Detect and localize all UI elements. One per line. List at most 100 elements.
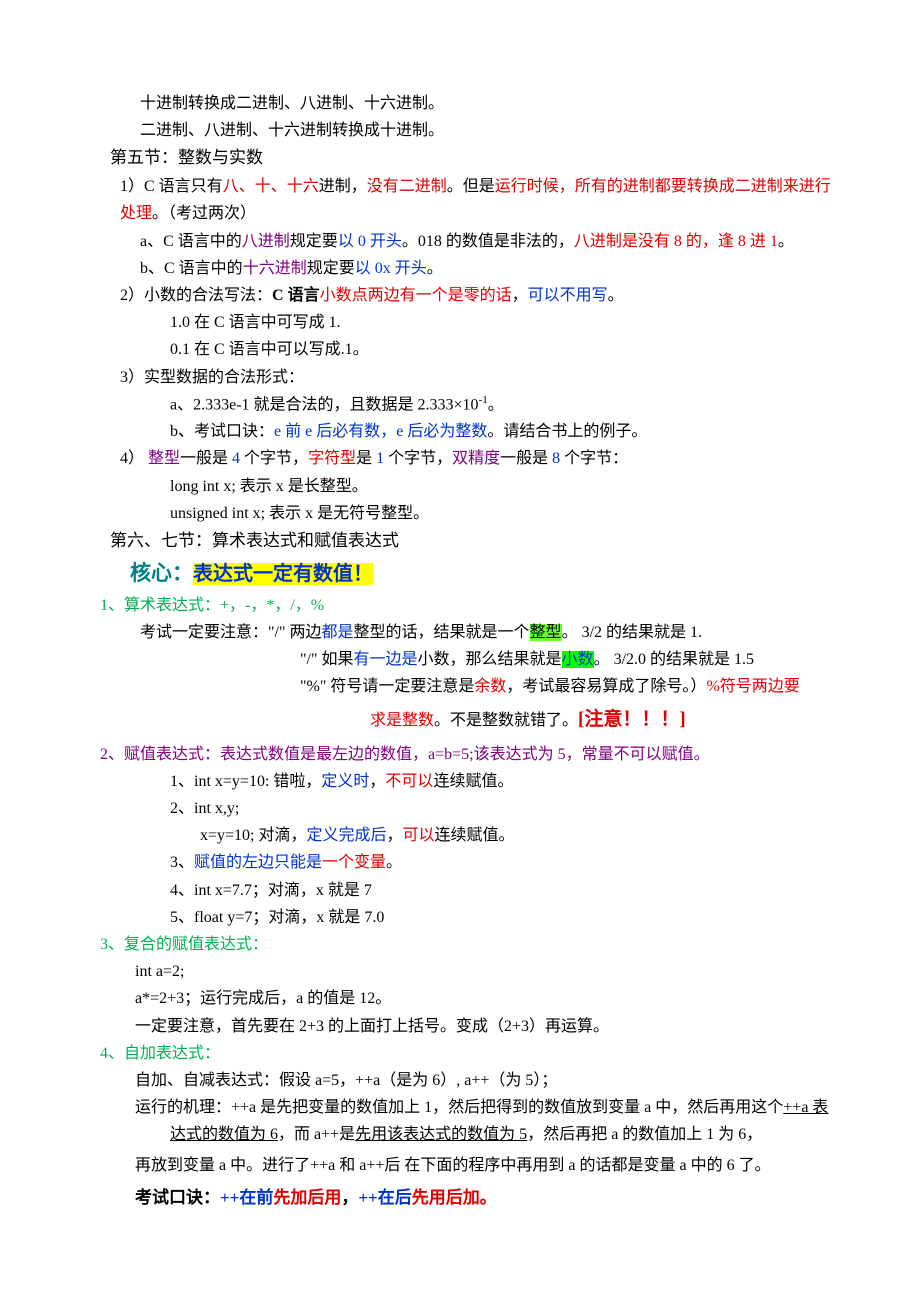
text-hl: 小数	[562, 651, 594, 668]
text-blue: 都是	[322, 624, 354, 641]
text-blue: 以 0x 开头	[355, 260, 427, 277]
text-blue: 有一边是	[354, 651, 418, 668]
text-red: 求是整数	[370, 712, 434, 729]
text-blue: 8	[552, 450, 560, 467]
kk-sep: ，	[341, 1188, 358, 1207]
text: 3、	[170, 854, 194, 871]
text-blue: 赋值的左边只能是	[194, 854, 322, 871]
text: 。 3/2.0 的结果就是 1.5	[594, 651, 754, 668]
text-purple: 十六进制	[243, 260, 307, 277]
expr-3-line1: int a=2;	[80, 958, 840, 985]
text: 。但是	[447, 178, 495, 195]
text: "/" 如果	[300, 651, 354, 668]
text-blue: 定义时	[321, 773, 369, 790]
expr-2-line4: 3、赋值的左边只能是一个变量。	[80, 849, 840, 876]
expr-4-line1: 自加、自减表达式：假设 a=5，++a（是为 6）, a++（为 5）；	[80, 1067, 840, 1094]
text: 。018 的数值是非法的，	[402, 233, 574, 250]
text-purple: 整型	[148, 450, 180, 467]
expr-2-line2: 2、int x,y;	[80, 795, 840, 822]
text: 规定要	[307, 260, 355, 277]
text-red: %符号两边要	[706, 678, 799, 695]
s5-3-line2: b、考试口诀：e 前 e 后必有数，e 后必为整数。请结合书上的例子。	[80, 418, 840, 445]
s5-4-line2: unsigned int x; 表示 x 是无符号整型。	[80, 500, 840, 527]
s5-point-1b: b、C 语言中的十六进制规定要以 0x 开头。	[80, 255, 840, 282]
text: 连续赋值。	[433, 773, 513, 790]
core-label: 核心：	[130, 561, 193, 585]
expr-1-line1: 考试一定要注意："/" 两边都是整型的话，结果就是一个整型。 3/2 的结果就是…	[80, 619, 840, 646]
s5-2-line2: 0.1 在 C 语言中可以写成.1。	[80, 336, 840, 363]
text: 。	[386, 854, 402, 871]
text: 是	[356, 450, 376, 467]
kk-label: 考试口诀：	[135, 1188, 220, 1207]
text: 4）	[120, 450, 148, 467]
text: a、2.333e-1 就是合法的，且数据是 2.333×10	[170, 396, 479, 413]
kk-red: 先加后用	[273, 1188, 341, 1207]
expr-2-title: 2、赋值表达式：表达式数值是最左边的数值，a=b=5;该表达式为 5，常量不可以…	[80, 741, 840, 768]
expr-1-line4: 求是整数。不是整数就错了。[注意！！！]	[80, 704, 840, 736]
core-highlight: 表达式一定有数值！	[193, 563, 373, 585]
text: 考试一定要注意："/" 两边	[140, 624, 322, 641]
s5-3-line1: a、2.333e-1 就是合法的，且数据是 2.333×10-1。	[80, 391, 840, 419]
expr-3-line2: a*=2+3；运行完成后，a 的值是 12。	[80, 985, 840, 1012]
text: ，而 a++是	[278, 1126, 355, 1143]
core-line: 核心：表达式一定有数值！	[80, 556, 840, 592]
text-red: 可以	[403, 827, 435, 844]
text-red: 八进制是没有 8 的，逢 8 进 1	[574, 233, 778, 250]
text-purple: 八进制	[242, 233, 290, 250]
text: 。	[608, 287, 624, 304]
line-dec-conv: 十进制转换成二进制、八进制、十六进制。	[80, 90, 840, 117]
s5-point-1a: a、C 语言中的八进制规定要以 0 开头。018 的数值是非法的，八进制是没有 …	[80, 228, 840, 255]
text: 。 3/2 的结果就是 1.	[562, 624, 702, 641]
text: x=y=10; 对滴，	[200, 827, 307, 844]
expr-2-line3: x=y=10; 对滴，定义完成后，可以连续赋值。	[80, 822, 840, 849]
text-underline: 先用该表达式的数值为 5	[355, 1126, 527, 1143]
expr-2-line1: 1、int x=y=10: 错啦，定义时，不可以连续赋值。	[80, 768, 840, 795]
text: ，	[512, 287, 528, 304]
s5-point-2: 2）小数的合法写法：C 语言小数点两边有一个是零的话，可以不用写。	[80, 282, 840, 309]
expr-2-line5: 4、int x=7.7；对滴，x 就是 7	[80, 877, 840, 904]
text-red: 字符型	[308, 450, 356, 467]
section-67-title: 第六、七节：算术表达式和赋值表达式	[80, 527, 840, 556]
section-5-title: 第五节：整数与实数	[80, 144, 840, 173]
text-hl: 整型	[530, 624, 562, 641]
text-blue: 定义完成后	[307, 827, 387, 844]
expr-4-koujue: 考试口诀：++在前先加后用，++在后先用后加。	[80, 1184, 840, 1213]
text: 运行的机理：++a 是先把变量的数值加上 1，然后把得到的数值放到变量 a 中，…	[135, 1099, 783, 1116]
text: 一般是	[180, 450, 232, 467]
text: 。不是整数就错了。	[434, 712, 578, 729]
s5-4-line1: long int x; 表示 x 是长整型。	[80, 473, 840, 500]
text: 个字节，	[240, 450, 308, 467]
text: ，	[387, 827, 403, 844]
text: 整型的话，结果就是一个	[354, 624, 530, 641]
text: 1、int x=y=10: 错啦，	[170, 773, 321, 790]
text-bold: C 语言	[272, 287, 320, 304]
text: 。	[427, 260, 443, 277]
text: 。请结合书上的例子。	[487, 423, 647, 440]
text-red: 八、十、十六	[223, 178, 319, 195]
expr-3-title: 3、复合的赋值表达式：	[80, 931, 840, 958]
text: 个字节：	[560, 450, 628, 467]
text-purple: 双精度	[452, 450, 500, 467]
text-blue: 1	[376, 450, 384, 467]
kk-blue: ++在后	[358, 1188, 411, 1207]
text-blue: 以 0 开头	[338, 233, 402, 250]
text-blue: 可以不用写	[528, 287, 608, 304]
expr-3-line3: 一定要注意，首先要在 2+3 的上面打上括号。变成（2+3）再运算。	[80, 1013, 840, 1040]
text-red: 不可以	[385, 773, 433, 790]
text-blue: 4	[232, 450, 240, 467]
expr-1-title: 1、算术表达式：+，-，*，/，%	[80, 592, 840, 619]
text-warn: [注意！！！]	[578, 709, 686, 730]
text-red: 一个变量	[322, 854, 386, 871]
text: 。（考过两次）	[152, 205, 256, 222]
s5-2-line1: 1.0 在 C 语言中可写成 1.	[80, 309, 840, 336]
kk-blue: ++在前	[220, 1188, 273, 1207]
expr-4-title: 4、自加表达式：	[80, 1040, 840, 1067]
text: 。	[778, 233, 794, 250]
text: 连续赋值。	[435, 827, 515, 844]
text: 进制，	[319, 178, 367, 195]
text: b、C 语言中的	[140, 260, 243, 277]
s5-point-3: 3）实型数据的合法形式：	[80, 364, 840, 391]
expr-1-line2: "/" 如果有一边是小数，那么结果就是小数。 3/2.0 的结果就是 1.5	[80, 646, 840, 673]
text-red: 没有二进制	[367, 178, 447, 195]
superscript: -1	[479, 394, 488, 406]
